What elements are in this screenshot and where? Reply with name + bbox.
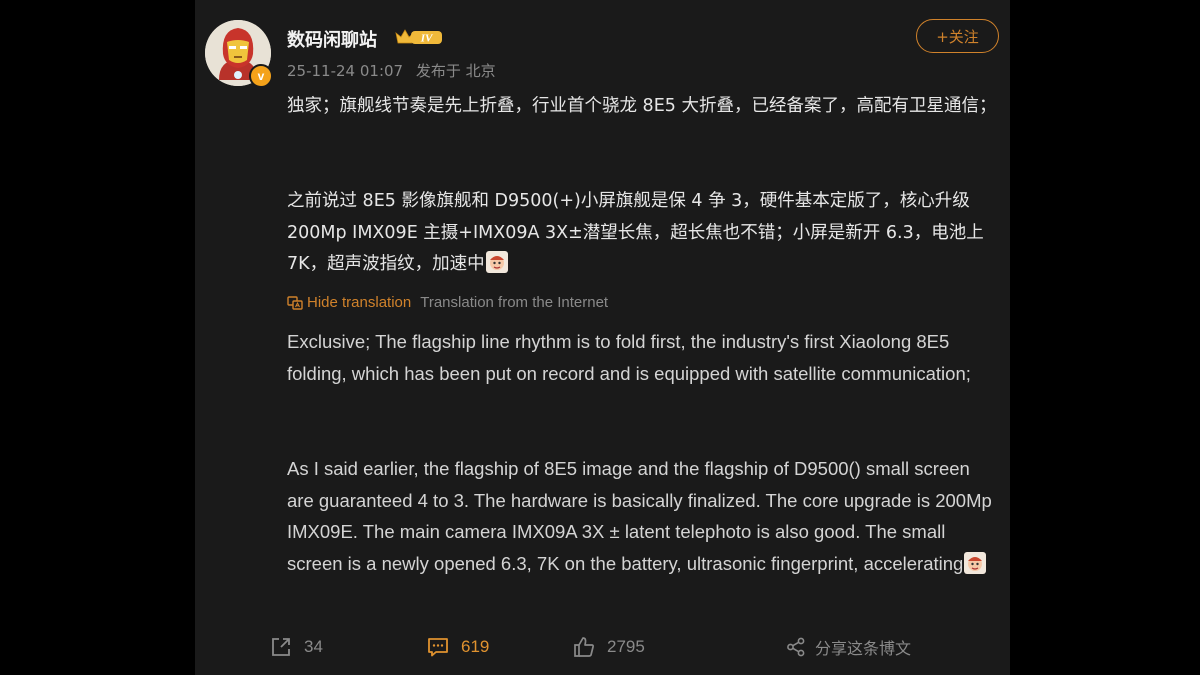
translation-source: Translation from the Internet [420, 294, 609, 311]
repost-count: 34 [304, 637, 323, 656]
share-icon [787, 637, 805, 657]
share-button[interactable]: 分享这条博文 [786, 634, 911, 660]
translated-text-para1: Exclusive; The flagship line rhythm is t… [287, 331, 971, 384]
emoji-icon [964, 551, 987, 574]
repost-button[interactable]: 34 [270, 634, 323, 660]
like-icon [574, 637, 594, 657]
post-text-para2: 之前说过 8E5 影像旗舰和 D9500(+)小屏旗舰是保 4 争 3，硬件基本… [287, 191, 984, 274]
like-count: 2795 [607, 637, 645, 656]
comment-count: 619 [461, 637, 490, 656]
post-location: 发布于 北京 [415, 62, 496, 80]
translate-icon[interactable] [287, 295, 303, 311]
emoji-icon [485, 251, 508, 273]
translation-bar: Hide translation Translation from the In… [287, 294, 608, 311]
verified-badge: v [249, 64, 273, 88]
post-timestamp: 25-11-24 01:07 [287, 62, 404, 80]
level-badge-text: IV [420, 33, 434, 45]
share-label: 分享这条博文 [815, 639, 912, 658]
repost-icon [272, 638, 290, 656]
translated-text-para2: As I said earlier, the flagship of 8E5 i… [287, 458, 992, 574]
username[interactable]: 数码闲聊站 [287, 26, 377, 52]
post-meta: 25-11-24 01:07 发布于 北京 [287, 60, 496, 81]
comment-button[interactable]: 619 [427, 634, 489, 660]
hide-translation-link[interactable]: Hide translation [307, 294, 411, 311]
comment-icon [428, 638, 448, 657]
action-bar: 34 619 2795 分享这条博文 [0, 634, 1200, 660]
crown-badge-icon[interactable]: IV [394, 27, 444, 51]
like-button[interactable]: 2795 [573, 634, 645, 660]
follow-button[interactable]: +关注 [916, 19, 999, 53]
post-text-para1: 独家；旗舰线节奏是先上折叠，行业首个骁龙 8E5 大折叠，已经备案了，高配有卫星… [287, 96, 997, 116]
avatar[interactable]: v [205, 20, 273, 88]
